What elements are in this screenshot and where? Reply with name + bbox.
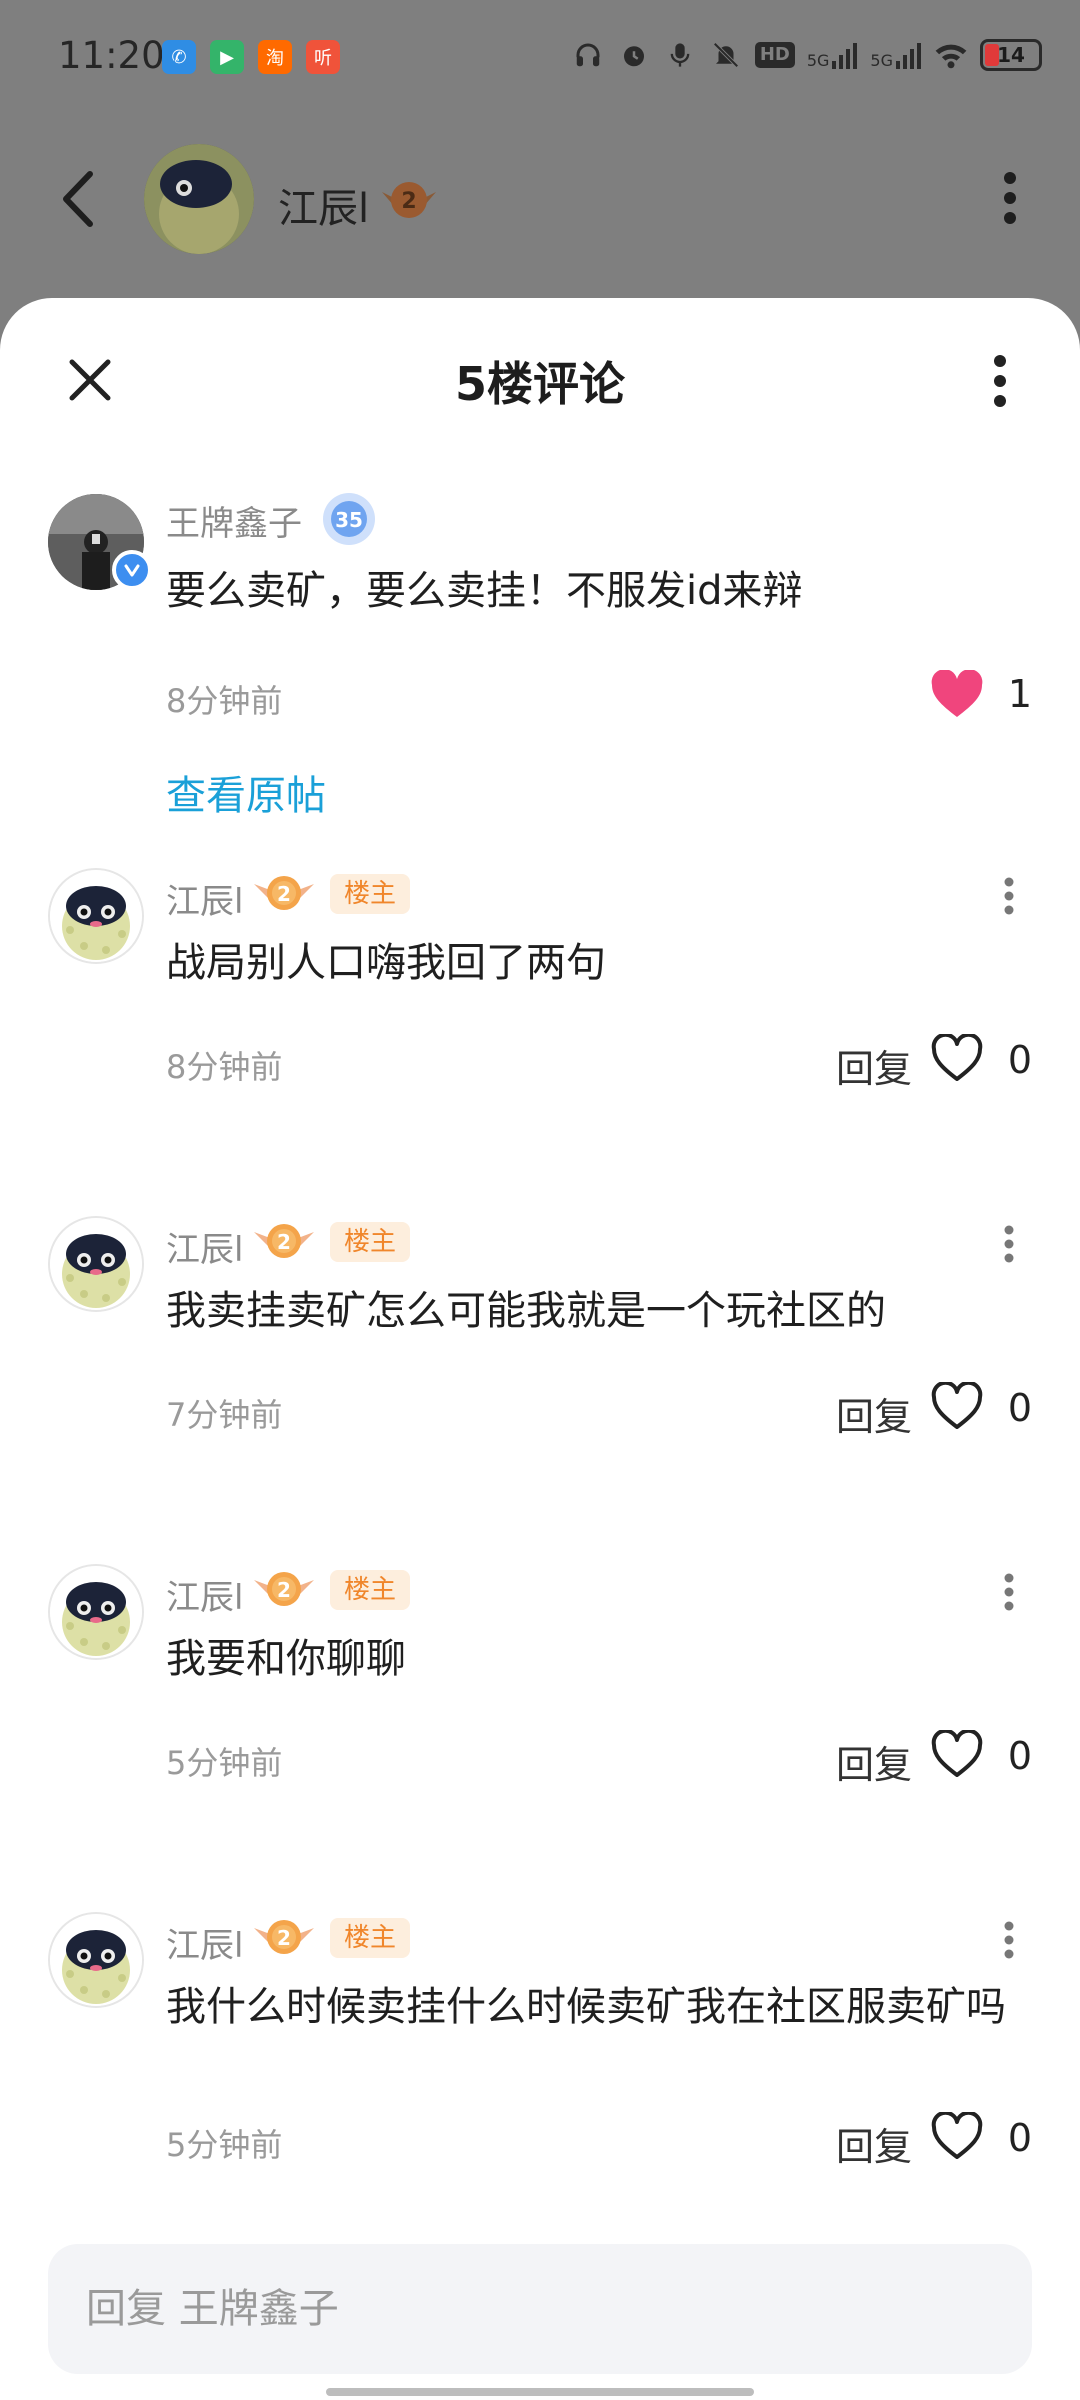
more-options-icon[interactable] [1000, 170, 1020, 230]
replier-name[interactable]: 江辰l [166, 874, 243, 923]
comment-time: 8分钟前 [166, 682, 283, 720]
reply-time: 8分钟前 [166, 1048, 283, 1086]
reply-button[interactable]: 回复 [836, 1386, 912, 1441]
status-indicators: HD 5G 5G 14 [571, 38, 1042, 72]
reply-button[interactable]: 回复 [836, 2116, 912, 2171]
signal-5g-2: 5G [870, 41, 922, 69]
reply-like-count: 0 [1007, 1734, 1032, 1778]
replier-avatar[interactable] [48, 868, 144, 964]
mute-bell-icon [709, 38, 743, 72]
host-tag: 楼主 [330, 1918, 411, 1958]
heart-outline-icon[interactable] [930, 1728, 984, 1780]
svg-text:2: 2 [277, 1230, 291, 1254]
heart-outline-icon[interactable] [930, 1032, 984, 1084]
signal-bars-icon [832, 43, 858, 69]
heart-filled-icon[interactable] [930, 669, 984, 720]
sheet-header: 5楼评论 [0, 298, 1080, 448]
replier-avatar[interactable] [48, 1912, 144, 2008]
reply-time: 7分钟前 [166, 1396, 283, 1434]
replier-name[interactable]: 江辰l [166, 1570, 243, 1619]
comments-sheet: 5楼评论 王牌鑫子 35 要么卖矿，要么卖挂！不服发id来辩 8分钟前 1 查看… [0, 298, 1080, 2400]
audio-app-icon: 听 [306, 40, 340, 74]
wifi-icon [934, 38, 968, 72]
verified-icon [112, 550, 152, 590]
replier-level-badge: 2 [252, 1914, 316, 1960]
svg-text:35: 35 [335, 508, 363, 532]
commenter-level-badge: 35 [320, 490, 378, 548]
reply-more-options-icon[interactable] [994, 1562, 1024, 1622]
reply-time: 5分钟前 [166, 1744, 283, 1782]
host-tag: 楼主 [330, 874, 411, 914]
replier-avatar[interactable] [48, 1216, 144, 1312]
post-page-header: 江辰l 2 [0, 130, 1080, 270]
commenter-name[interactable]: 王牌鑫子 [166, 496, 302, 545]
replier-level-badge: 2 [252, 1218, 316, 1264]
sheet-title: 5楼评论 [454, 357, 625, 411]
hd-indicator: HD [754, 42, 795, 68]
taobao-app-icon: 淘 [258, 40, 292, 74]
reply-text: 我要和你聊聊 [166, 1636, 406, 1682]
reply-text: 我什么时候卖挂什么时候卖矿我在社区服卖矿吗 [166, 1984, 1006, 2030]
reply-like-count: 0 [1007, 1386, 1032, 1430]
replier-level-badge: 2 [252, 870, 316, 916]
reply-like-count: 0 [1007, 1038, 1032, 1082]
reply-more-options-icon[interactable] [994, 1910, 1024, 1970]
replier-avatar[interactable] [48, 1564, 144, 1660]
heart-outline-icon[interactable] [930, 1380, 984, 1432]
sheet-more-options-icon[interactable] [970, 348, 1030, 414]
author-level-badge: 2 [378, 174, 440, 228]
headphones-icon [571, 38, 605, 72]
video-app-icon: ▶ [210, 40, 244, 74]
reply-more-options-icon[interactable] [994, 1214, 1024, 1274]
replier-name[interactable]: 江辰l [166, 1222, 243, 1271]
signal-5g-1: 5G [807, 41, 859, 69]
like-count: 1 [1007, 672, 1032, 716]
alarm-icon [617, 38, 651, 72]
replier-name[interactable]: 江辰l [166, 1918, 243, 1967]
svg-text:2: 2 [401, 189, 416, 214]
host-tag: 楼主 [330, 1222, 411, 1262]
reply-button[interactable]: 回复 [836, 1734, 912, 1789]
heart-outline-icon[interactable] [930, 2110, 984, 2162]
status-app-icons: ✆ ▶ 淘 听 [162, 40, 340, 74]
microphone-icon [663, 38, 697, 72]
author-avatar[interactable] [144, 144, 254, 254]
host-tag: 楼主 [330, 1570, 411, 1610]
home-indicator[interactable] [326, 2388, 754, 2396]
reply-input[interactable] [48, 2244, 1032, 2374]
reply-input-bar[interactable] [48, 2244, 1032, 2374]
svg-text:2: 2 [277, 1578, 291, 1602]
battery-indicator: 14 [980, 39, 1042, 71]
svg-text:2: 2 [277, 1926, 291, 1950]
reply-text: 我卖挂卖矿怎么可能我就是一个玩社区的 [166, 1288, 886, 1334]
status-bar: 11:20 ✆ ▶ 淘 听 HD 5G 5G 14 [0, 0, 1080, 112]
comment-text: 要么卖矿，要么卖挂！不服发id来辩 [166, 568, 803, 614]
status-time: 11:20 [58, 34, 165, 77]
svg-text:2: 2 [277, 882, 291, 906]
reply-more-options-icon[interactable] [994, 866, 1024, 926]
reply-like-count: 0 [1007, 2116, 1032, 2160]
reply-time: 5分钟前 [166, 2126, 283, 2164]
author-name: 江辰l [278, 186, 370, 232]
replier-level-badge: 2 [252, 1566, 316, 1612]
signal-bars-icon [896, 43, 921, 69]
reply-button[interactable]: 回复 [836, 1038, 912, 1093]
reply-text: 战局别人口嗨我回了两句 [166, 940, 606, 986]
view-original-post-link[interactable]: 查看原帖 [166, 763, 326, 821]
phone-call-app-icon: ✆ [162, 40, 196, 74]
back-arrow-icon[interactable] [60, 170, 96, 232]
